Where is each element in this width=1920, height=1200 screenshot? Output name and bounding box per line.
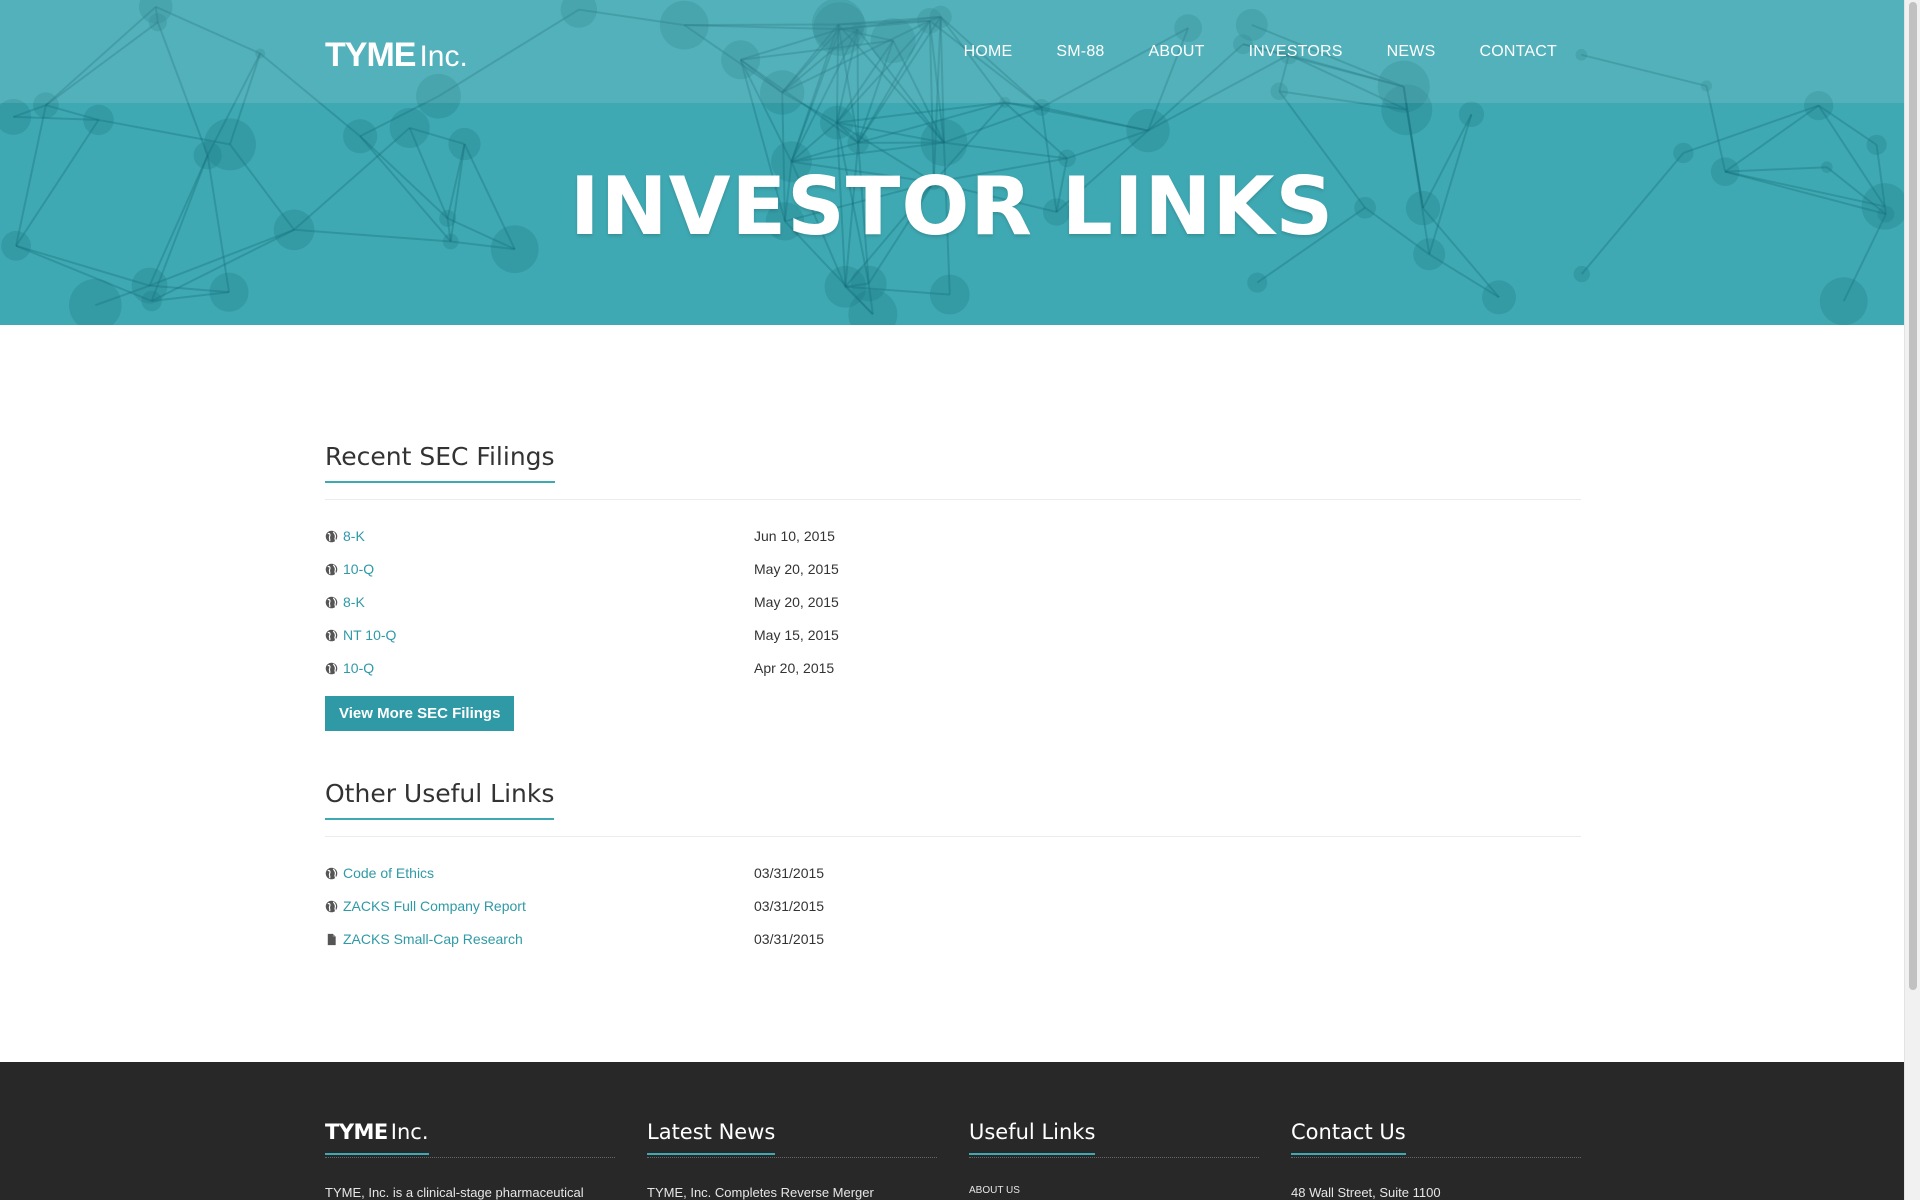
- globe-icon: [325, 662, 338, 674]
- filing-label: NT 10-Q: [343, 627, 397, 643]
- list-item: 10-Q May 20, 2015: [325, 561, 1581, 594]
- hero-banner: TYME Inc. HOME SM-88 ABOUT INVESTORS NEWS…: [0, 0, 1904, 325]
- list-item: 10-Q Apr 20, 2015: [325, 660, 1581, 693]
- section-title: Other Useful Links: [325, 779, 555, 820]
- globe-icon: [325, 629, 338, 641]
- section-title: Recent SEC Filings: [325, 442, 555, 483]
- filing-date: May 15, 2015: [754, 627, 839, 643]
- link-date: 03/31/2015: [754, 865, 825, 881]
- link-label: ZACKS Small-Cap Research: [343, 931, 523, 947]
- link-label: ZACKS Full Company Report: [343, 898, 526, 914]
- footer-header: Contact Us: [1291, 1120, 1581, 1158]
- page: TYME Inc. HOME SM-88 ABOUT INVESTORS NEWS…: [0, 0, 1904, 1200]
- filing-link[interactable]: 8-K: [325, 594, 365, 610]
- link-label: Code of Ethics: [343, 865, 435, 881]
- footer-logo-suffix: Inc.: [390, 1120, 429, 1144]
- document-icon: [327, 933, 336, 945]
- nav-contact[interactable]: CONTACT: [1479, 43, 1557, 61]
- footer-heading: Latest News: [647, 1120, 776, 1155]
- globe-icon: [325, 530, 338, 542]
- list-item: 8-K May 20, 2015: [325, 594, 1581, 627]
- footer-heading: Contact Us: [1291, 1120, 1406, 1155]
- nav-news[interactable]: NEWS: [1387, 43, 1436, 61]
- links-list: Code of Ethics 03/31/2015 ZACKS Full Com…: [325, 865, 1581, 964]
- nav-sm-88[interactable]: SM-88: [1056, 43, 1104, 61]
- filing-label: 10-Q: [343, 660, 375, 676]
- footer-logo-main: TYME: [325, 1120, 388, 1144]
- page-title: INVESTOR LINKS: [569, 160, 1335, 253]
- useful-link[interactable]: ZACKS Full Company Report: [325, 898, 526, 914]
- list-item: ZACKS Small-Cap Research 03/31/2015: [325, 931, 1581, 964]
- filing-date: May 20, 2015: [754, 561, 839, 577]
- useful-link[interactable]: ZACKS Small-Cap Research: [325, 931, 523, 947]
- logo-main: TYME: [325, 36, 416, 74]
- scrollbar[interactable]: [1904, 0, 1920, 1200]
- sec-filings-section: Recent SEC Filings 8-K Jun 10, 2015 10-Q…: [325, 442, 1581, 731]
- footer-header: TYME Inc.: [325, 1120, 615, 1158]
- globe-icon: [325, 900, 338, 912]
- globe-icon: [325, 596, 338, 608]
- footer-about-text: TYME, Inc. is a clinical-stage pharmaceu…: [325, 1185, 584, 1200]
- navbar: TYME Inc. HOME SM-88 ABOUT INVESTORS NEWS…: [0, 0, 1904, 103]
- link-date: 03/31/2015: [754, 931, 825, 947]
- footer-contact-address: 48 Wall Street, Suite 1100: [1291, 1185, 1441, 1200]
- filing-link[interactable]: 10-Q: [325, 660, 374, 676]
- nav-about[interactable]: ABOUT: [1149, 43, 1205, 61]
- footer-col-links: Useful Links ABOUT US: [969, 1120, 1259, 1196]
- filing-link[interactable]: 8-K: [325, 528, 365, 544]
- globe-icon: [325, 867, 338, 879]
- list-item: NT 10-Q May 15, 2015: [325, 627, 1581, 660]
- footer-header: Useful Links: [969, 1120, 1259, 1158]
- footer-news-link[interactable]: TYME, Inc. Completes Reverse Merger: [647, 1185, 937, 1200]
- filing-link[interactable]: 10-Q: [325, 561, 374, 577]
- filing-label: 8-K: [343, 528, 365, 544]
- filing-label: 8-K: [343, 594, 365, 610]
- list-item: Code of Ethics 03/31/2015: [325, 865, 1581, 898]
- footer-heading: Useful Links: [969, 1120, 1096, 1155]
- link-date: 03/31/2015: [754, 898, 825, 914]
- nav-home[interactable]: HOME: [964, 43, 1013, 61]
- list-item: ZACKS Full Company Report 03/31/2015: [325, 898, 1581, 931]
- section-header: Other Useful Links: [325, 779, 1581, 837]
- scrollbar-thumb[interactable]: [1909, 2, 1917, 990]
- useful-link[interactable]: Code of Ethics: [325, 865, 434, 881]
- footer-logo[interactable]: TYME Inc.: [325, 1120, 429, 1155]
- section-header: Recent SEC Filings: [325, 442, 1581, 500]
- main-nav: HOME SM-88 ABOUT INVESTORS NEWS CONTACT: [920, 43, 1557, 61]
- filing-link[interactable]: NT 10-Q: [325, 627, 396, 643]
- other-links-section: Other Useful Links Code of Ethics 03/31/…: [325, 779, 1581, 964]
- footer-col-about: TYME Inc. TYME, Inc. is a clinical-stage …: [325, 1120, 615, 1200]
- footer: TYME Inc. TYME, Inc. is a clinical-stage …: [0, 1062, 1904, 1200]
- nav-investors[interactable]: INVESTORS: [1249, 43, 1343, 61]
- filing-date: May 20, 2015: [754, 594, 839, 610]
- logo-suffix: Inc.: [419, 40, 468, 73]
- list-item: 8-K Jun 10, 2015: [325, 528, 1581, 561]
- filings-list: 8-K Jun 10, 2015 10-Q May 20, 2015 8-K M…: [325, 528, 1581, 693]
- globe-icon: [325, 563, 338, 575]
- filing-date: Jun 10, 2015: [754, 528, 835, 544]
- filing-date: Apr 20, 2015: [754, 660, 835, 676]
- filing-label: 10-Q: [343, 561, 375, 577]
- footer-col-news: Latest News TYME, Inc. Completes Reverse…: [647, 1120, 937, 1200]
- footer-header: Latest News: [647, 1120, 937, 1158]
- footer-col-contact: Contact Us 48 Wall Street, Suite 1100: [1291, 1120, 1581, 1200]
- footer-useful-link[interactable]: ABOUT US: [969, 1185, 1259, 1196]
- site-logo[interactable]: TYME Inc.: [325, 36, 468, 75]
- view-more-sec-filings-button[interactable]: View More SEC Filings: [325, 696, 515, 731]
